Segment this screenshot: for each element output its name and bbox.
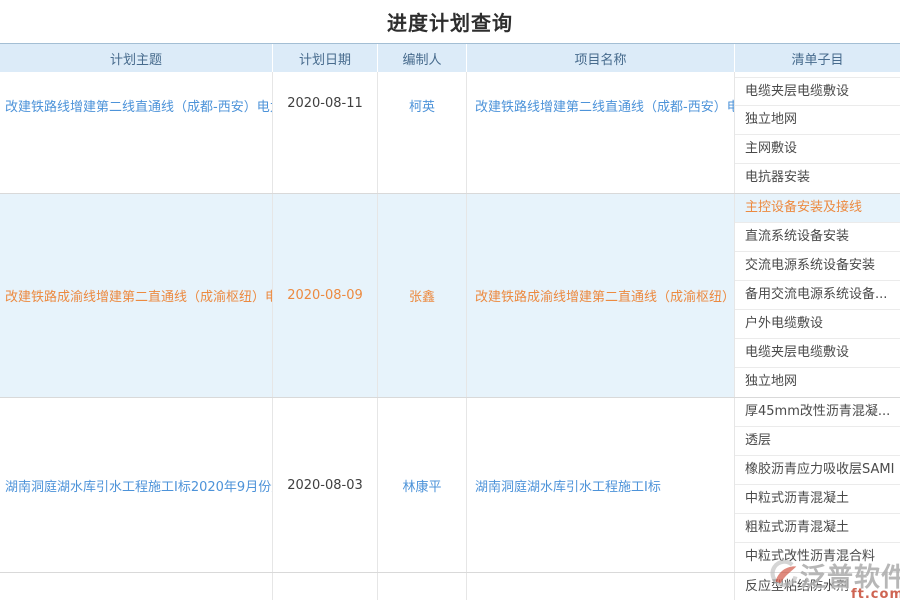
plan-date: 2020-08-11 bbox=[287, 96, 363, 111]
plans-table: 计划主题计划日期编制人项目名称清单子目 改建铁路线增建第二线直通线（成都-西安）… bbox=[0, 43, 900, 600]
list-subitems-cell: 反应型粘结防水剂 bbox=[735, 573, 900, 600]
list-subitem[interactable]: 电抗器安装 bbox=[735, 164, 900, 193]
table-row[interactable]: 改建铁路线增建第二线直通线（成都-西安）电力 2020-08-11 柯英 改建铁… bbox=[0, 72, 900, 194]
list-subitem[interactable]: 粗粒式沥青混凝土 bbox=[735, 514, 900, 543]
page-title: 进度计划查询 bbox=[387, 7, 513, 36]
list-subitem[interactable]: 厚45mm改性沥青混凝... bbox=[735, 398, 900, 427]
plan-author: 张鑫 bbox=[409, 286, 435, 305]
list-subitems-cell: 厚45mm改性沥青混凝...透层橡胶沥青应力吸收层SAMI中粒式沥青混凝土粗粒式… bbox=[735, 398, 900, 572]
list-subitem[interactable]: 中粒式改性沥青混合料 bbox=[735, 543, 900, 572]
column-header-plan-subject: 计划主题 bbox=[0, 44, 273, 72]
plan-date: 2020-08-03 bbox=[287, 478, 363, 493]
plan-author: 柯英 bbox=[409, 96, 435, 115]
list-subitem[interactable]: 户外电缆敷设 bbox=[735, 310, 900, 339]
table-header-row: 计划主题计划日期编制人项目名称清单子目 bbox=[0, 43, 900, 72]
progress-plan-query-page: 进度计划查询 计划主题计划日期编制人项目名称清单子目 改建铁路线增建第二线直通线… bbox=[0, 0, 900, 600]
list-subitem[interactable]: 反应型粘结防水剂 bbox=[735, 573, 900, 600]
list-subitem[interactable]: 主控设备安装及接线 bbox=[735, 194, 900, 223]
list-subitem[interactable]: 中粒式沥青混凝土 bbox=[735, 485, 900, 514]
project-name-link[interactable]: 湖南洞庭湖水库引水工程施工I标 bbox=[475, 476, 661, 495]
table-row[interactable]: 反应型粘结防水剂 bbox=[0, 573, 900, 600]
list-subitem[interactable]: 橡胶沥青应力吸收层SAMI bbox=[735, 456, 900, 485]
list-subitem[interactable]: 透层 bbox=[735, 427, 900, 456]
plan-subject-link[interactable]: 改建铁路成渝线增建第二直通线（成渝枢纽）电力 bbox=[5, 286, 273, 305]
list-subitem[interactable]: 直流系统设备安装 bbox=[735, 223, 900, 252]
plan-subject-link[interactable]: 改建铁路线增建第二线直通线（成都-西安）电力 bbox=[5, 96, 273, 115]
table-body: 改建铁路线增建第二线直通线（成都-西安）电力 2020-08-11 柯英 改建铁… bbox=[0, 72, 900, 600]
list-subitems-cell: 主控设备安装及接线直流系统设备安装交流电源系统设备安装备用交流电源系统设备...… bbox=[735, 194, 900, 397]
plan-subject-link[interactable]: 湖南洞庭湖水库引水工程施工I标2020年9月份进度 bbox=[5, 476, 273, 495]
title-bar: 进度计划查询 bbox=[0, 0, 900, 43]
table-row[interactable]: 改建铁路成渝线增建第二直通线（成渝枢纽）电力 2020-08-09 张鑫 改建铁… bbox=[0, 194, 900, 398]
column-header-project-name: 项目名称 bbox=[467, 44, 735, 72]
list-subitem[interactable]: 电缆夹层电缆敷设 bbox=[735, 77, 900, 106]
plan-date: 2020-08-09 bbox=[287, 288, 363, 303]
table-row[interactable]: 湖南洞庭湖水库引水工程施工I标2020年9月份进度 2020-08-03 林康平… bbox=[0, 398, 900, 573]
column-header-author: 编制人 bbox=[378, 44, 467, 72]
list-subitem[interactable]: 独立地网 bbox=[735, 106, 900, 135]
plan-author: 林康平 bbox=[402, 476, 441, 495]
project-name-link[interactable]: 改建铁路线增建第二线直通线（成都-西安）电力 bbox=[475, 96, 735, 115]
list-subitem[interactable]: 独立地网 bbox=[735, 368, 900, 397]
list-subitems-cell: 电缆夹层电缆敷设独立地网主网敷设电抗器安装 bbox=[735, 72, 900, 193]
list-subitem[interactable]: 电缆夹层电缆敷设 bbox=[735, 339, 900, 368]
project-name-link[interactable]: 改建铁路成渝线增建第二直通线（成渝枢纽） bbox=[475, 286, 735, 305]
list-subitem[interactable]: 备用交流电源系统设备... bbox=[735, 281, 900, 310]
column-header-list-subitems: 清单子目 bbox=[735, 44, 900, 72]
list-subitem[interactable]: 主网敷设 bbox=[735, 135, 900, 164]
column-header-plan-date: 计划日期 bbox=[273, 44, 378, 72]
list-subitem[interactable]: 交流电源系统设备安装 bbox=[735, 252, 900, 281]
